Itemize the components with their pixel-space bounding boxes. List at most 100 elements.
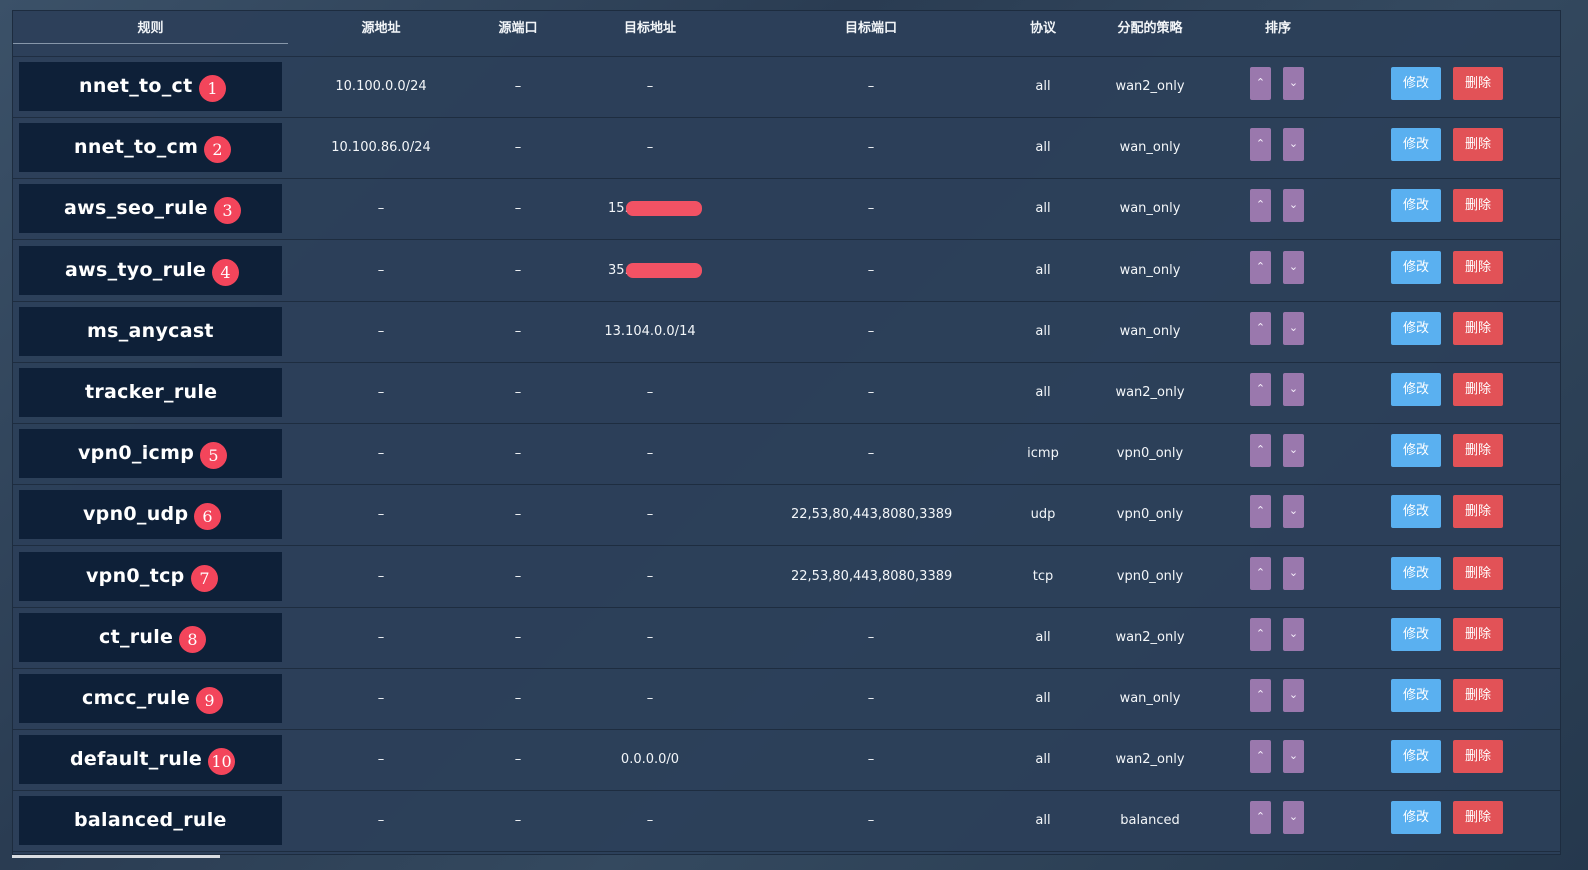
redaction-mark xyxy=(626,262,702,278)
src-addr-cell: – xyxy=(377,507,385,523)
move-down-button[interactable]: ⌄ xyxy=(1283,679,1304,712)
chevron-up-icon: ⌃ xyxy=(1255,138,1266,151)
dst-addr-cell: – xyxy=(646,140,654,156)
move-up-button[interactable]: ⌃ xyxy=(1250,373,1271,406)
rule-name: ct_rule xyxy=(99,625,174,648)
move-down-button[interactable]: ⌄ xyxy=(1283,556,1304,590)
protocol-cell: all xyxy=(1035,262,1051,278)
rule-name-cell: vpn0_tcp 7 xyxy=(19,551,282,601)
policy-cell: balanced xyxy=(1120,813,1180,829)
delete-button[interactable]: 删除 xyxy=(1453,434,1503,468)
move-down-button[interactable]: ⌄ xyxy=(1283,373,1304,406)
delete-button[interactable]: 删除 xyxy=(1453,801,1503,835)
edit-button[interactable]: 修改 xyxy=(1391,679,1441,712)
policy-cell: wan2_only xyxy=(1115,79,1185,94)
move-up-button[interactable]: ⌃ xyxy=(1250,679,1271,712)
move-up-button[interactable]: ⌃ xyxy=(1250,617,1271,651)
dst-addr-cell: – xyxy=(646,568,654,584)
edit-button[interactable]: 修改 xyxy=(1391,434,1441,468)
chevron-down-icon: ⌄ xyxy=(1288,750,1299,763)
edit-button[interactable]: 修改 xyxy=(1391,67,1441,100)
rule-name-cell: balanced_rule xyxy=(19,796,282,846)
rule-name-cell: default_rule 10 xyxy=(19,735,282,785)
move-up-button[interactable]: ⌃ xyxy=(1250,67,1271,100)
src-addr-cell: 10.100.86.0/24 xyxy=(331,140,431,156)
move-down-button[interactable]: ⌄ xyxy=(1283,495,1304,529)
src-port-cell: – xyxy=(514,629,522,645)
move-down-button[interactable]: ⌄ xyxy=(1283,67,1304,100)
policy-cell: wan2_only xyxy=(1115,385,1185,400)
rule-name: aws_seo_rule xyxy=(64,197,208,220)
edit-button[interactable]: 修改 xyxy=(1391,373,1441,406)
chevron-up-icon: ⌃ xyxy=(1255,811,1266,824)
edit-button[interactable]: 修改 xyxy=(1391,250,1441,284)
scrollbar[interactable] xyxy=(12,855,220,858)
move-down-button[interactable]: ⌄ xyxy=(1283,617,1304,651)
delete-button[interactable]: 删除 xyxy=(1453,311,1503,345)
move-down-button[interactable]: ⌄ xyxy=(1283,250,1304,284)
move-up-button[interactable]: ⌃ xyxy=(1250,311,1271,345)
move-up-button[interactable]: ⌃ xyxy=(1250,556,1271,590)
move-up-button[interactable]: ⌃ xyxy=(1250,495,1271,529)
edit-button[interactable]: 修改 xyxy=(1391,311,1441,345)
move-down-button[interactable]: ⌄ xyxy=(1283,801,1304,835)
delete-button[interactable]: 删除 xyxy=(1453,495,1503,529)
policy-cell: vpn0_only xyxy=(1116,446,1184,462)
rule-name-cell: vpn0_udp 6 xyxy=(19,490,282,540)
table-row: cmcc_rule 9 – – – – all wan_only ⌃ ⌄ 修改 删除 xyxy=(13,668,1560,730)
rule-number-badge: 6 xyxy=(194,503,221,531)
chevron-up-icon: ⌃ xyxy=(1255,444,1266,457)
src-addr-cell: – xyxy=(377,752,385,768)
dst-port-cell: – xyxy=(867,140,875,156)
src-addr-cell: – xyxy=(377,568,385,584)
edit-button[interactable]: 修改 xyxy=(1391,556,1441,590)
move-up-button[interactable]: ⌃ xyxy=(1250,128,1271,162)
policy-cell: vpn0_only xyxy=(1116,568,1184,584)
src-addr-cell: – xyxy=(377,691,385,706)
rule-name: ms_anycast xyxy=(87,319,214,342)
edit-button[interactable]: 修改 xyxy=(1391,495,1441,529)
dst-port-cell: – xyxy=(867,691,875,706)
delete-button[interactable]: 删除 xyxy=(1453,250,1503,284)
move-up-button[interactable]: ⌃ xyxy=(1250,801,1271,835)
move-up-button[interactable]: ⌃ xyxy=(1250,250,1271,284)
protocol-cell: udp xyxy=(1030,507,1056,523)
move-up-button[interactable]: ⌃ xyxy=(1250,189,1271,223)
rule-name-cell: aws_seo_rule 3 xyxy=(19,184,282,234)
rule-name-cell: nnet_to_cm 2 xyxy=(19,123,282,173)
move-down-button[interactable]: ⌄ xyxy=(1283,311,1304,345)
delete-button[interactable]: 删除 xyxy=(1453,373,1503,406)
delete-button[interactable]: 删除 xyxy=(1453,740,1503,774)
table-row: aws_seo_rule 3– –15. – all wan_only ⌃ ⌄ 修改 删除 xyxy=(13,178,1560,241)
rule-name: nnet_to_cm xyxy=(74,136,199,159)
src-port-cell: – xyxy=(514,691,522,706)
move-down-button[interactable]: ⌄ xyxy=(1283,740,1304,774)
delete-button[interactable]: 删除 xyxy=(1453,67,1503,100)
header-src-port: 源端口 xyxy=(498,20,538,35)
move-up-button[interactable]: ⌃ xyxy=(1250,434,1271,468)
delete-button[interactable]: 删除 xyxy=(1453,617,1503,651)
delete-button[interactable]: 删除 xyxy=(1453,556,1503,590)
table-row: nnet_to_cm 2 10.100.86.0/24 – – – all wan_only ⌃… xyxy=(13,117,1560,180)
chevron-up-icon: ⌃ xyxy=(1255,321,1266,334)
dst-addr-cell: – xyxy=(646,691,654,706)
move-down-button[interactable]: ⌄ xyxy=(1283,189,1304,223)
protocol-cell: icmp xyxy=(1027,446,1059,462)
protocol-cell: all xyxy=(1035,629,1051,645)
move-down-button[interactable]: ⌄ xyxy=(1283,128,1304,162)
src-addr-cell: – xyxy=(377,629,385,645)
rule-number-badge: 9 xyxy=(196,687,223,714)
policy-cell: wan2_only xyxy=(1115,629,1185,645)
rule-name-cell: ms_anycast xyxy=(19,306,282,356)
move-up-button[interactable]: ⌃ xyxy=(1250,740,1271,774)
edit-button[interactable]: 修改 xyxy=(1391,189,1441,223)
edit-button[interactable]: 修改 xyxy=(1391,128,1441,162)
edit-button[interactable]: 修改 xyxy=(1391,617,1441,651)
dst-port-cell: – xyxy=(867,262,875,278)
edit-button[interactable]: 修改 xyxy=(1391,801,1441,835)
delete-button[interactable]: 删除 xyxy=(1453,189,1503,223)
delete-button[interactable]: 删除 xyxy=(1453,679,1503,712)
delete-button[interactable]: 删除 xyxy=(1453,128,1503,162)
move-down-button[interactable]: ⌄ xyxy=(1283,434,1304,468)
edit-button[interactable]: 修改 xyxy=(1391,740,1441,774)
